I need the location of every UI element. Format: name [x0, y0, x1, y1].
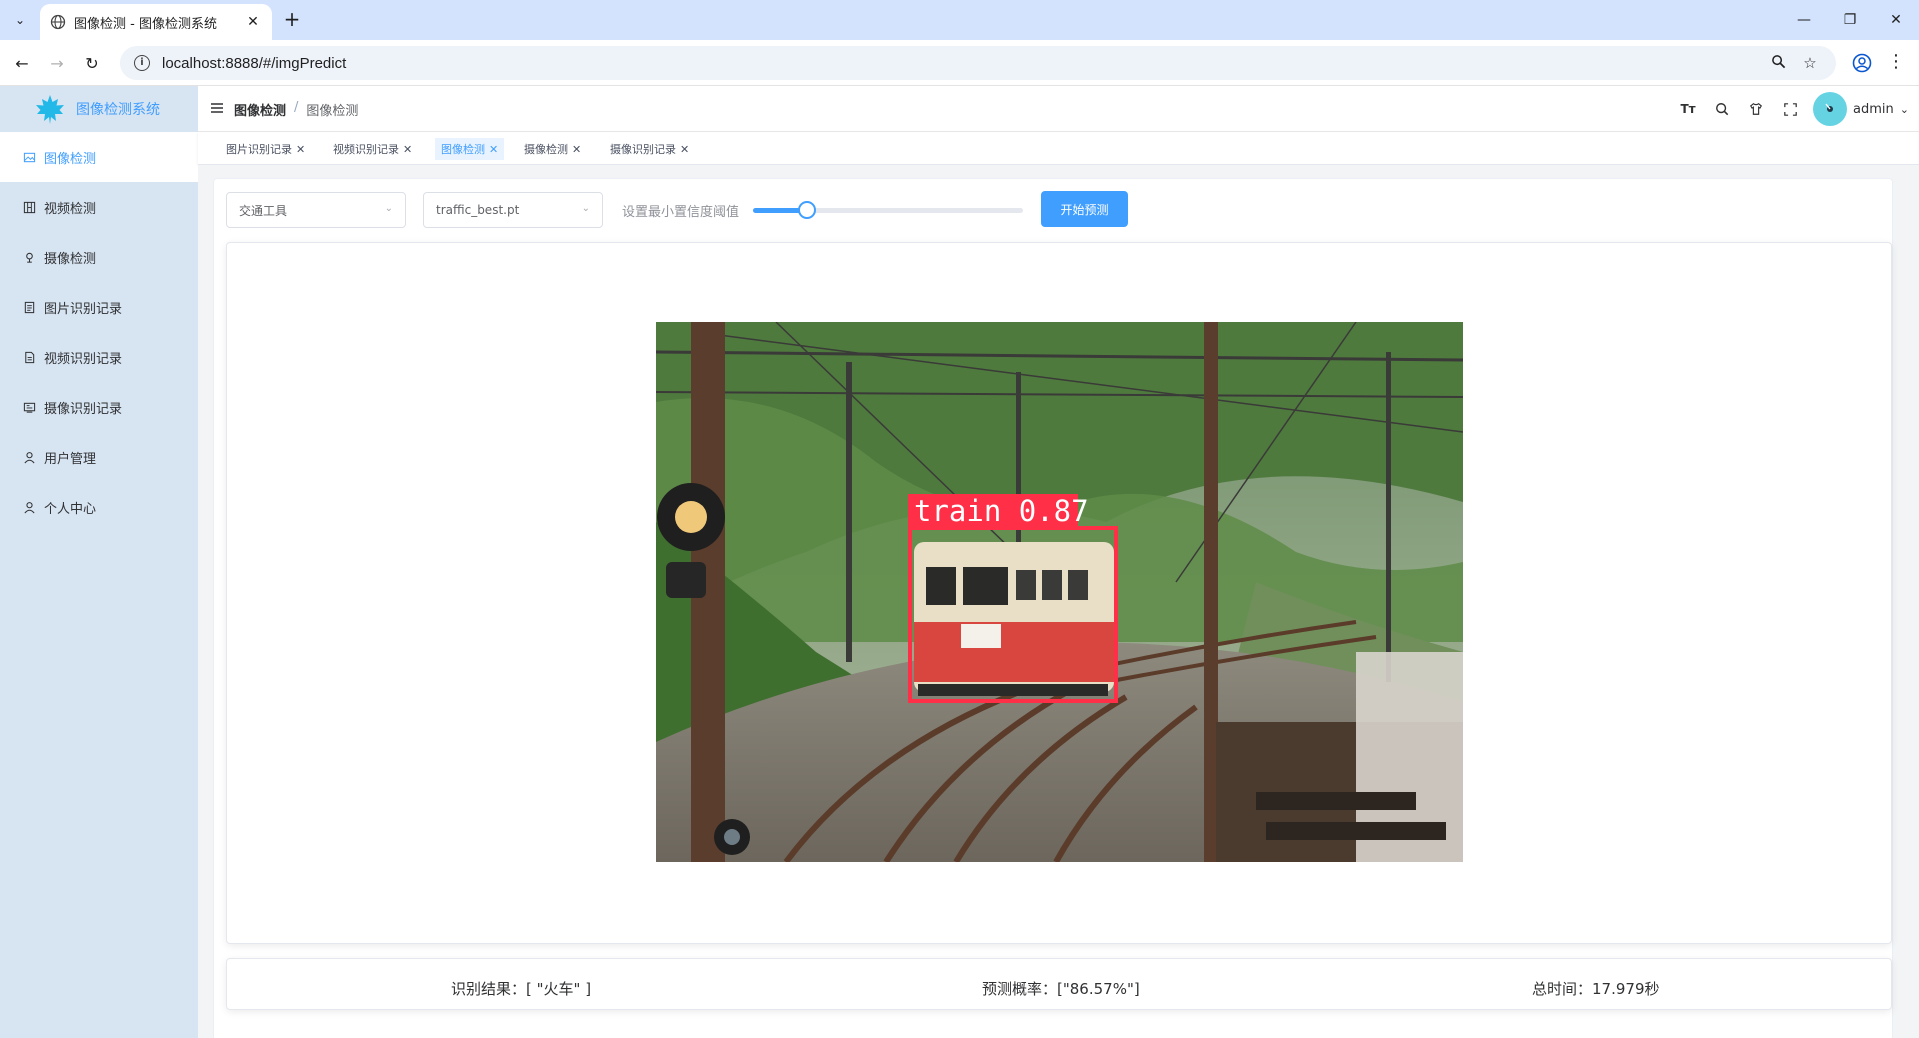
new-tab-plus-icon[interactable]: + [280, 8, 304, 32]
sidebar-item-user-management[interactable]: 用户管理 [0, 432, 198, 482]
sidebar-item-label: 个人中心 [44, 501, 97, 517]
sidebar-item-label: 摄像识别记录 [44, 401, 123, 417]
video-icon [22, 200, 36, 214]
globe-icon [50, 14, 66, 30]
hamburger-menu-icon[interactable] [210, 101, 224, 115]
user-icon [22, 500, 36, 514]
document-icon [22, 300, 36, 314]
breadcrumb-item-current: 图像检测 [306, 104, 359, 119]
category-select[interactable]: 交通工具 ⌄ [226, 192, 406, 228]
window-controls: — ❐ ✕ [1781, 0, 1919, 40]
sidebar-item-personal-center[interactable]: 个人中心 [0, 482, 198, 532]
font-size-icon[interactable]: Tт [1671, 93, 1705, 125]
breadcrumb-separator: / [294, 100, 299, 115]
breadcrumb: 图像检测 / 图像检测 [234, 100, 358, 119]
detection-label: train 0.87 [914, 494, 1089, 528]
browser-tab-strip: ⌄ 图像检测 - 图像检测系统 ✕ + — ❐ ✕ [0, 0, 1919, 40]
minimize-icon[interactable]: — [1781, 0, 1827, 40]
browser-tab[interactable]: 图像检测 - 图像检测系统 ✕ [40, 4, 272, 40]
sidebar-item-camera-records[interactable]: 摄像识别记录 [0, 382, 198, 432]
tag-video-records[interactable]: 视频识别记录 ✕ [327, 138, 418, 160]
tag-image-detection[interactable]: 图像检测 ✕ [435, 138, 505, 160]
tag-camera-detection[interactable]: 摄像检测 ✕ [518, 138, 587, 160]
tag-label: 视频识别记录 [333, 143, 399, 156]
detection-result-image: train 0.87 [656, 322, 1463, 862]
browser-menu-icon[interactable]: ⋮ [1884, 51, 1908, 75]
tag-label: 图片识别记录 [226, 143, 292, 156]
image-icon [22, 150, 36, 164]
fullscreen-icon[interactable] [1773, 93, 1807, 125]
chevron-down-icon: ⌄ [581, 203, 590, 214]
recognition-result: 识别结果：[ "火车" ] [451, 980, 592, 998]
model-select[interactable]: traffic_best.pt ⌄ [423, 192, 603, 228]
tag-label: 图像检测 [441, 143, 485, 156]
tag-label: 摄像识别记录 [610, 143, 676, 156]
maple-leaf-logo-icon [36, 95, 64, 124]
avatar[interactable] [1813, 92, 1848, 126]
close-icon[interactable]: ✕ [489, 143, 498, 156]
forward-arrow-icon[interactable]: → [45, 51, 69, 75]
app-logo[interactable]: 图像检测系统 [0, 86, 198, 132]
profile-icon[interactable] [1850, 51, 1874, 75]
theme-shirt-icon[interactable] [1739, 93, 1773, 125]
sidebar-item-video-detection[interactable]: 视频检测 [0, 182, 198, 232]
sidebar-item-label: 图像检测 [44, 151, 97, 167]
tag-camera-records[interactable]: 摄像识别记录 ✕ [604, 138, 695, 160]
back-arrow-icon[interactable]: ← [10, 51, 34, 75]
app-header: 图像检测 / 图像检测 Tт admin ⌄ [198, 86, 1919, 132]
url-text[interactable]: localhost:8888/#/imgPredict [162, 55, 1758, 72]
user-icon [22, 450, 36, 464]
close-icon[interactable]: ✕ [296, 143, 305, 156]
sidebar-item-label: 视频检测 [44, 201, 97, 217]
tags-view: 图片识别记录 ✕ 视频识别记录 ✕ 图像检测 ✕ 摄像检测 ✕ 摄像识别记录 ✕ [198, 132, 1919, 165]
username[interactable]: admin [1853, 102, 1894, 117]
search-icon[interactable] [1705, 93, 1739, 125]
prediction-probability: 预测概率：["86.57%"] [982, 980, 1140, 998]
threshold-slider-thumb[interactable] [798, 201, 816, 219]
model-select-value: traffic_best.pt [436, 203, 520, 217]
sidebar-item-video-records[interactable]: 视频识别记录 [0, 332, 198, 382]
address-bar[interactable]: i localhost:8888/#/imgPredict ☆ [120, 46, 1836, 80]
browser-toolbar: ← → ↻ i localhost:8888/#/imgPredict ☆ ⋮ [0, 40, 1919, 86]
camera-icon [22, 250, 36, 264]
window-close-icon[interactable]: ✕ [1873, 0, 1919, 40]
browser-tab-title: 图像检测 - 图像检测系统 [74, 16, 217, 32]
sidebar-item-label: 视频识别记录 [44, 351, 123, 367]
result-card: 识别结果：[ "火车" ] 预测概率：["86.57%"] 总时间：17.979… [226, 958, 1892, 1010]
reload-icon[interactable]: ↻ [80, 51, 104, 75]
threshold-label: 设置最小置信度阈值 [622, 205, 740, 220]
sidebar: 图像检测系统 图像检测 视频检测 摄像检测 图片识别记录 视频识别记录 摄像识别… [0, 86, 198, 1038]
breadcrumb-item[interactable]: 图像检测 [234, 100, 286, 119]
document-icon [22, 350, 36, 364]
zoom-magnifier-icon[interactable] [1766, 54, 1790, 73]
start-predict-button[interactable]: 开始预测 [1041, 191, 1128, 227]
site-info-icon[interactable]: i [134, 55, 150, 71]
bookmark-star-icon[interactable]: ☆ [1798, 54, 1822, 72]
restore-icon[interactable]: ❐ [1827, 0, 1873, 40]
close-icon[interactable]: ✕ [572, 143, 581, 156]
sidebar-item-image-records[interactable]: 图片识别记录 [0, 282, 198, 332]
total-time: 总时间：17.979秒 [1532, 980, 1660, 998]
sidebar-item-camera-detection[interactable]: 摄像检测 [0, 232, 198, 282]
chevron-down-icon[interactable]: ⌄ [1900, 103, 1909, 116]
header-tools: Tт admin ⌄ [1671, 92, 1909, 126]
sidebar-item-label: 图片识别记录 [44, 301, 123, 317]
sidebar-item-label: 用户管理 [44, 451, 97, 467]
tab-search-chevron-icon[interactable]: ⌄ [8, 8, 32, 32]
category-select-value: 交通工具 [239, 203, 288, 218]
monitor-icon [22, 400, 36, 414]
chevron-down-icon: ⌄ [384, 203, 393, 214]
sidebar-item-image-detection[interactable]: 图像检测 [0, 132, 198, 182]
tag-label: 摄像检测 [524, 143, 568, 156]
app-name: 图像检测系统 [76, 102, 160, 118]
tag-image-records[interactable]: 图片识别记录 ✕ [220, 138, 311, 160]
close-icon[interactable]: ✕ [680, 143, 689, 156]
sidebar-item-label: 摄像检测 [44, 251, 97, 267]
close-icon[interactable]: ✕ [244, 14, 262, 30]
close-icon[interactable]: ✕ [403, 143, 412, 156]
